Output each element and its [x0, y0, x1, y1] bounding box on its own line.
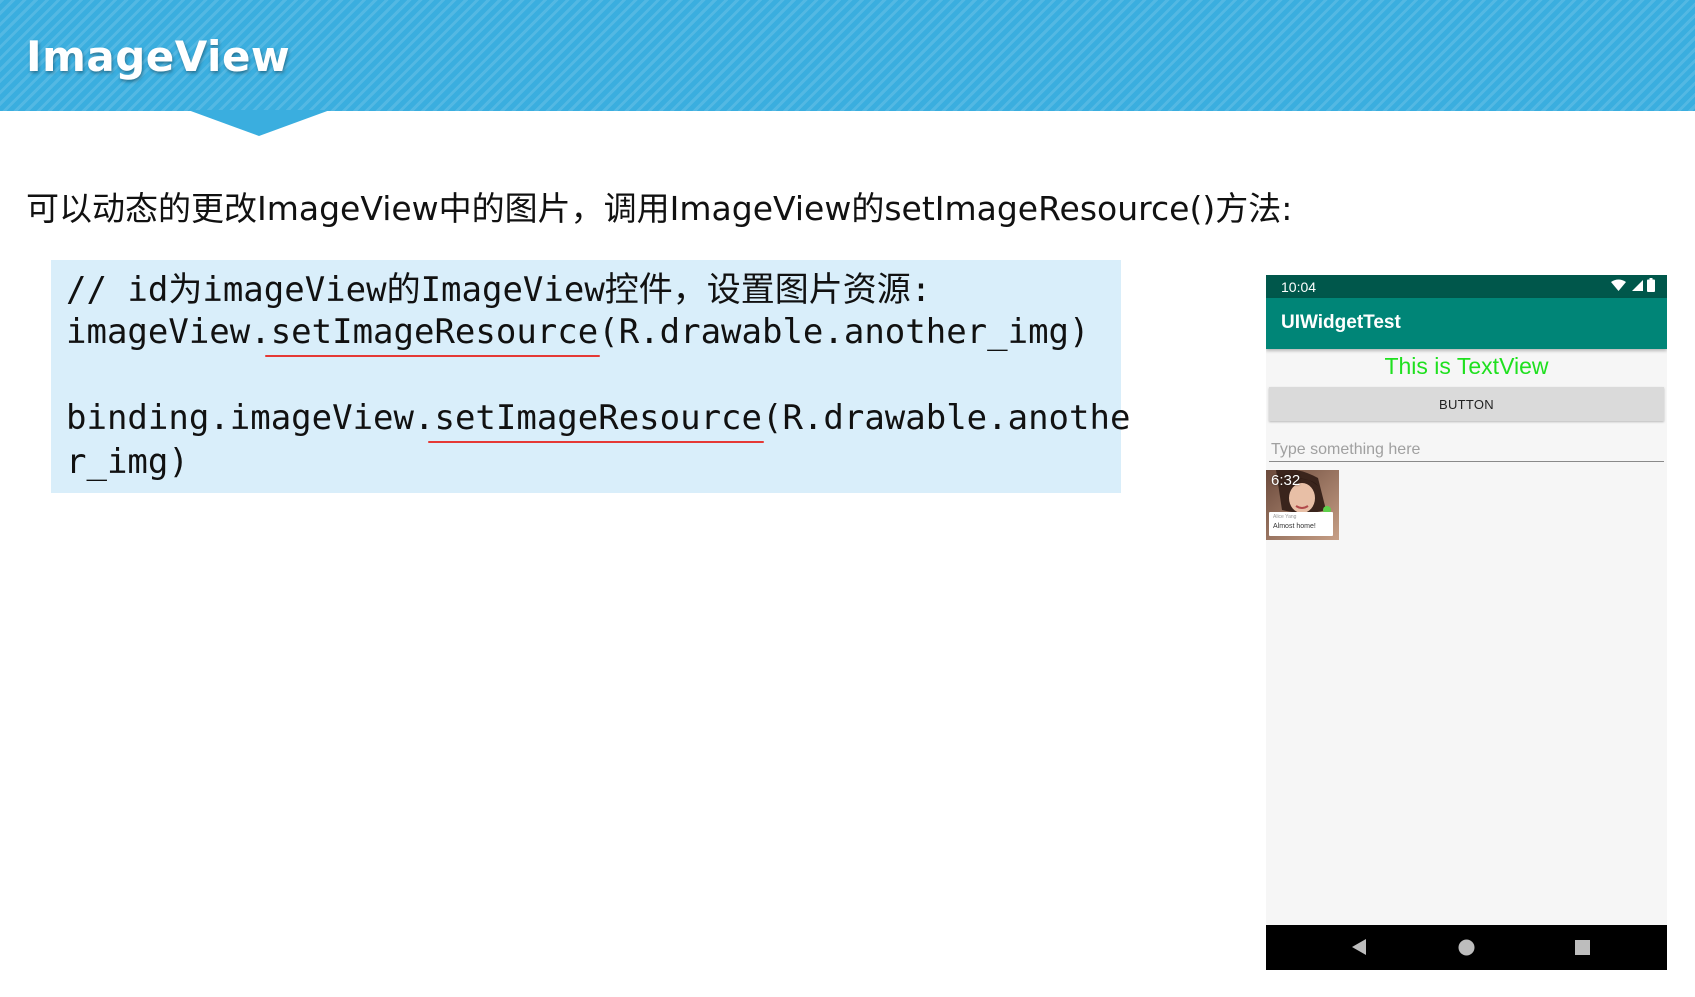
navigation-bar	[1266, 925, 1667, 970]
edit-text-input[interactable]	[1269, 438, 1664, 462]
image-notification-card: Alice Yang Almost home!	[1269, 512, 1333, 536]
code-line3-suffix: (R.drawable.anothe	[761, 398, 1131, 438]
code-line3-prefix: binding.imageView.	[66, 398, 435, 438]
image-message: Almost home!	[1273, 523, 1316, 530]
code-line-binding: binding.imageView.setImageResource(R.dra…	[66, 398, 1131, 443]
code-line2-prefix: imageView.	[66, 312, 271, 352]
slide-title: ImageView	[26, 32, 291, 81]
status-bar: 10:04	[1266, 275, 1667, 298]
status-time: 10:04	[1281, 279, 1317, 295]
wifi-icon	[1611, 279, 1626, 291]
code-comment: // id为imageView的ImageView控件，设置图片资源:	[66, 270, 932, 310]
signal-icon	[1632, 279, 1643, 291]
status-icons	[1611, 278, 1655, 292]
button[interactable]: BUTTON	[1269, 387, 1664, 421]
image-sender-name: Alice Yang	[1273, 514, 1297, 520]
app-bar: UIWidgetTest	[1266, 298, 1667, 349]
app-title: UIWidgetTest	[1281, 312, 1401, 333]
back-icon[interactable]	[1351, 938, 1367, 956]
underlined-method: setImageResource	[428, 398, 764, 443]
phone-screen: 10:04 UIWidgetTest This is TextView BUTT…	[1266, 275, 1667, 970]
intro-text: 可以动态的更改ImageView中的图片，调用ImageView的setImag…	[26, 189, 1293, 228]
banner-notch	[188, 110, 330, 136]
recents-icon[interactable]	[1575, 940, 1590, 955]
image-view: 6:32 Alice Yang Almost home!	[1266, 470, 1339, 540]
code-line-continuation: r_img)	[66, 442, 189, 482]
code-block: // id为imageView的ImageView控件，设置图片资源: imag…	[51, 260, 1130, 493]
image-time: 6:32	[1271, 472, 1301, 489]
code-line2-suffix: (R.drawable.another_img)	[598, 312, 1090, 352]
header-banner: ImageView	[0, 0, 1695, 111]
battery-icon	[1647, 278, 1655, 292]
code-line-image-view: imageView.setImageResource(R.drawable.an…	[66, 312, 1090, 357]
underlined-method: setImageResource	[264, 312, 600, 357]
home-icon[interactable]	[1457, 938, 1476, 957]
text-view: This is TextView	[1384, 353, 1549, 379]
